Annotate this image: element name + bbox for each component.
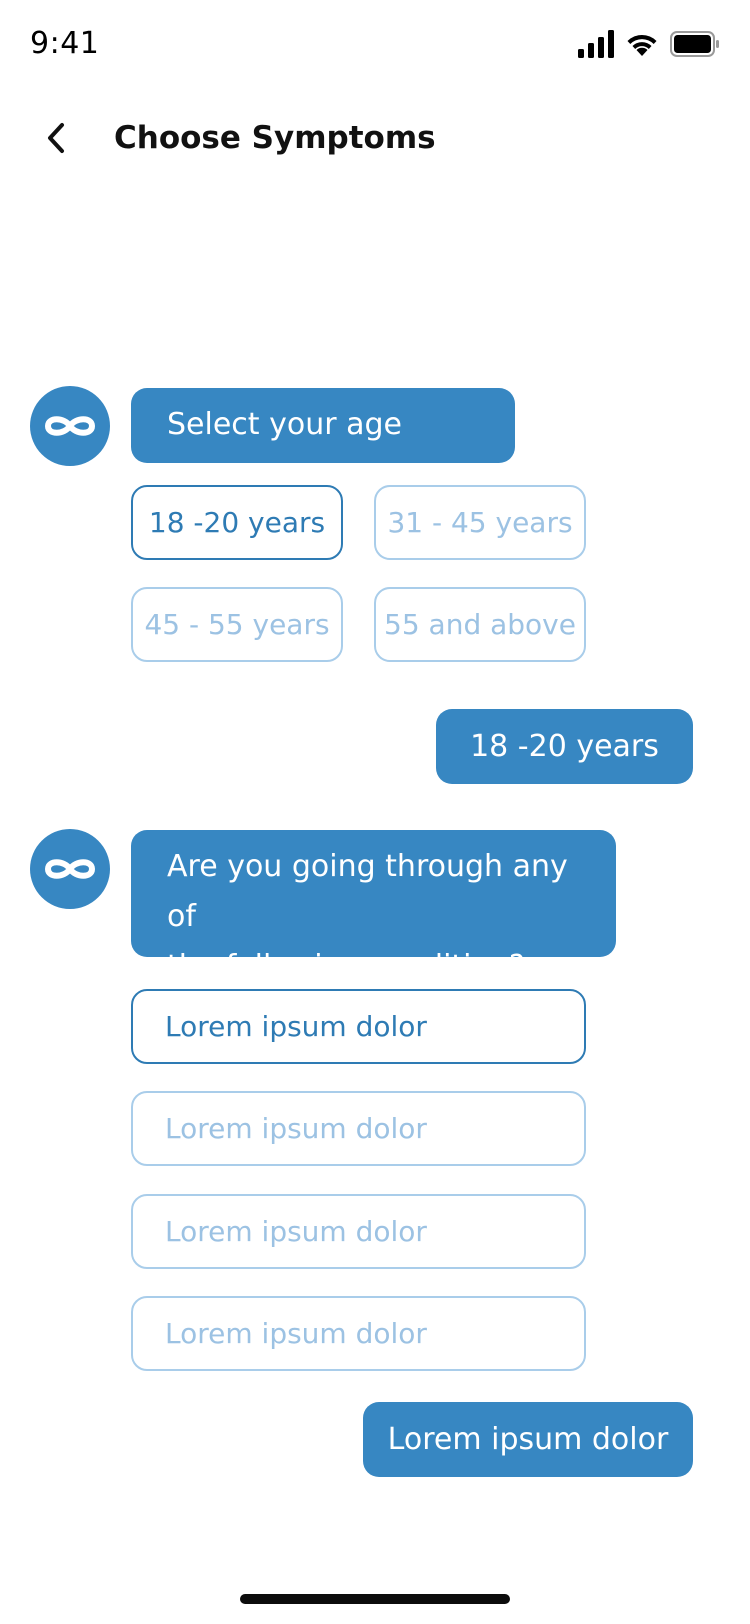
age-option-31-45[interactable]: 31 - 45 years <box>374 485 586 560</box>
age-option-label: 45 - 55 years <box>144 608 330 641</box>
condition-option-1[interactable]: Lorem ipsum dolor <box>131 989 586 1064</box>
bot-message-condition: Are you going through any of the followi… <box>131 830 616 984</box>
condition-option-label: Lorem ipsum dolor <box>165 1010 427 1043</box>
back-button[interactable] <box>36 118 76 158</box>
status-time: 9:41 <box>30 26 100 61</box>
bot-message-age-group: Select your age group <box>131 388 515 492</box>
status-icons <box>578 30 720 58</box>
wifi-icon <box>627 34 657 56</box>
bot-avatar <box>30 829 110 909</box>
home-indicator[interactable] <box>240 1594 510 1604</box>
condition-option-3[interactable]: Lorem ipsum dolor <box>131 1194 586 1269</box>
condition-option-label: Lorem ipsum dolor <box>165 1317 427 1350</box>
age-option-18-20[interactable]: 18 -20 years <box>131 485 343 560</box>
bot-message-line-1: Are you going through any of <box>167 849 568 934</box>
condition-option-label: Lorem ipsum dolor <box>165 1112 427 1145</box>
age-option-45-55[interactable]: 45 - 55 years <box>131 587 343 662</box>
infinity-icon <box>45 416 95 436</box>
condition-option-4[interactable]: Lorem ipsum dolor <box>131 1296 586 1371</box>
age-option-label: 18 -20 years <box>148 506 326 539</box>
condition-option-label: Lorem ipsum dolor <box>165 1215 427 1248</box>
user-message-text: Lorem ipsum dolor <box>387 1422 669 1457</box>
bot-message-text: Select your age group <box>167 407 402 492</box>
condition-option-2[interactable]: Lorem ipsum dolor <box>131 1091 586 1166</box>
signal-icon <box>578 30 614 58</box>
age-option-55-above[interactable]: 55 and above <box>374 587 586 662</box>
age-option-label: 55 and above <box>384 608 576 641</box>
bot-message-line-2: the following condition? <box>167 949 525 984</box>
page-title: Choose Symptoms <box>114 120 436 156</box>
user-message-text: 18 -20 years <box>470 729 659 764</box>
infinity-icon <box>45 859 95 879</box>
age-option-label: 31 - 45 years <box>387 506 573 539</box>
user-message-age: 18 -20 years <box>436 709 693 784</box>
bot-avatar <box>30 386 110 466</box>
header: Choose Symptoms <box>0 100 750 180</box>
battery-icon <box>670 31 719 57</box>
user-message-condition: Lorem ipsum dolor <box>363 1402 693 1477</box>
chevron-left-icon <box>48 123 64 153</box>
status-bar: 9:41 <box>0 0 750 92</box>
